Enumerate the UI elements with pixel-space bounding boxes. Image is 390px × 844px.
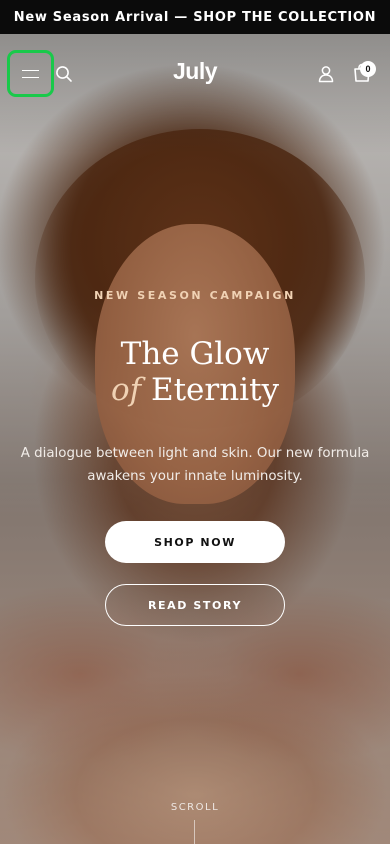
headline-line-1: The Glow xyxy=(120,336,270,372)
shop-now-button[interactable]: SHOP NOW xyxy=(105,521,285,563)
account-icon[interactable] xyxy=(316,64,336,84)
headline-line-2: of Eternity xyxy=(0,372,390,408)
announcement-text[interactable]: New Season Arrival — SHOP THE COLLECTION xyxy=(14,10,376,25)
cart-count-badge[interactable]: 0 xyxy=(360,61,376,77)
hero-image xyxy=(0,34,390,844)
announcement-bar[interactable]: New Season Arrival — SHOP THE COLLECTION xyxy=(0,0,390,34)
headline-line-2-rest: Eternity xyxy=(150,372,280,408)
hero-headline: The Glow of Eternity xyxy=(0,336,390,408)
scroll-indicator-line xyxy=(194,820,195,844)
scroll-indicator[interactable]: SCROLL xyxy=(0,802,390,813)
hero-subtext: A dialogue between light and skin. Our n… xyxy=(20,446,370,484)
read-story-button[interactable]: READ STORY xyxy=(105,584,285,626)
headline-accent: of xyxy=(110,372,142,408)
site-header: July 0 xyxy=(0,34,390,114)
hero-eyebrow: NEW SEASON CAMPAIGN xyxy=(94,289,296,302)
